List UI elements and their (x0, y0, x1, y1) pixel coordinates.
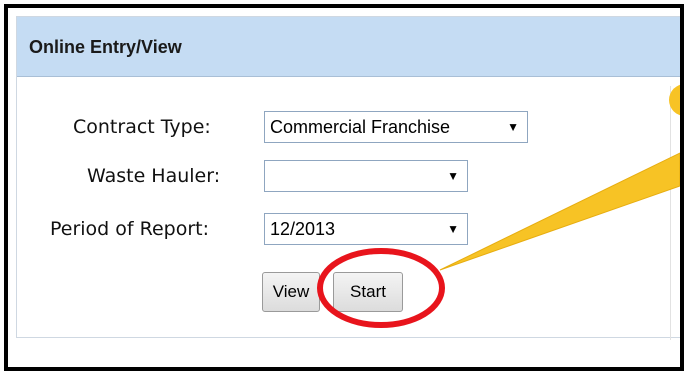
waste-hauler-label: Waste Hauler: (87, 165, 221, 187)
period-of-report-label: Period of Report: (50, 218, 210, 240)
divider (670, 86, 671, 340)
period-of-report-select[interactable]: 12/2013 ▼ (264, 213, 468, 245)
waste-hauler-select[interactable]: ▼ (264, 160, 468, 192)
online-entry-panel: Online Entry/View Contract Type: Commerc… (16, 16, 680, 338)
chevron-down-icon: ▼ (507, 120, 519, 134)
period-of-report-value: 12/2013 (270, 219, 336, 239)
contract-type-select[interactable]: Commercial Franchise ▼ (264, 111, 528, 143)
chevron-down-icon: ▼ (447, 222, 459, 236)
panel-title: Online Entry/View (17, 17, 680, 77)
screenshot-frame: Online Entry/View Contract Type: Commerc… (4, 4, 684, 371)
view-button[interactable]: View (262, 272, 320, 312)
start-button[interactable]: Start (333, 272, 403, 312)
chevron-down-icon: ▼ (447, 169, 459, 183)
contract-type-label: Contract Type: (73, 116, 211, 138)
contract-type-value: Commercial Franchise (270, 117, 451, 137)
